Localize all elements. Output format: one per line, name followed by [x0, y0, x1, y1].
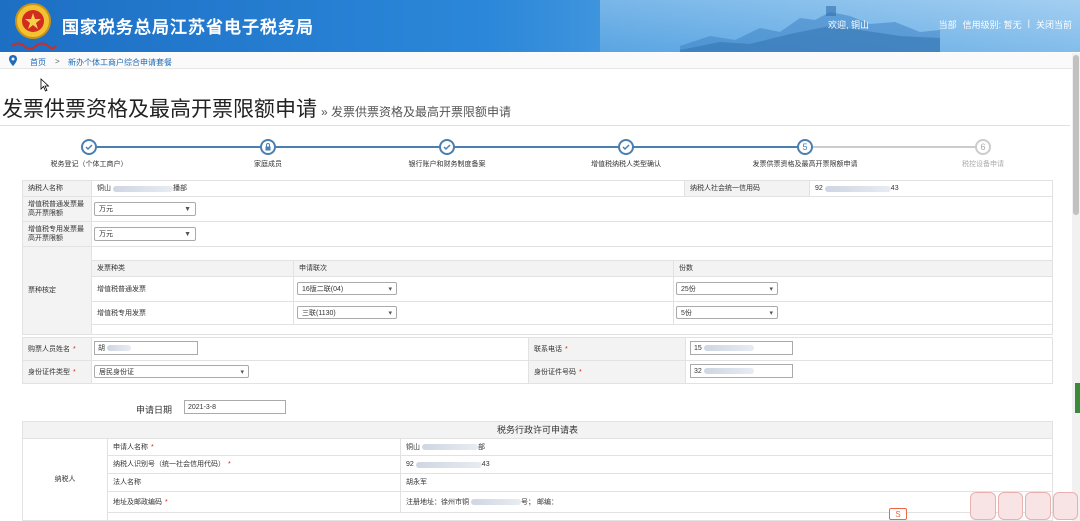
breadcrumb-separator: >: [55, 57, 60, 66]
welcome-text: 欢迎, 铜山: [828, 20, 870, 30]
taxpayer-name-value: 铜山 播部: [91, 180, 685, 197]
step-6-todo[interactable]: 6: [975, 139, 991, 155]
sticker-image: [970, 492, 996, 520]
special-copies-select[interactable]: 三联(1130) ▾: [297, 306, 397, 319]
general-limit-label: 增值税普通发票最高开票限额: [22, 196, 92, 222]
phone-input[interactable]: 15: [690, 341, 793, 355]
chevron-down-icon: ▾: [388, 285, 392, 293]
page-subtitle: » 发票供票资格及最高开票限额申请: [321, 105, 512, 119]
chevron-down-icon: ▾: [769, 285, 773, 293]
step-2-locked[interactable]: [260, 139, 276, 155]
id-type-select[interactable]: 居民身份证 ▾: [94, 365, 249, 378]
apply-date-input[interactable]: 2021-3-8: [184, 400, 286, 414]
breadcrumb-home-link[interactable]: 首页: [30, 57, 46, 68]
step-5-current[interactable]: 5: [797, 139, 813, 155]
site-header: 国家税务总局江苏省电子税务局 欢迎, 铜山 当部 信用级别: 暂无 | 关闭当前: [0, 0, 1080, 52]
applicant-name-label: 申请人名称 *: [107, 438, 401, 456]
check-icon: [622, 144, 630, 151]
close-current-link[interactable]: 关闭当前: [1036, 18, 1072, 31]
general-limit-select[interactable]: 万元 ▼: [94, 202, 196, 216]
breadcrumb: 首页 > 新办个体工商户综合申请套餐: [0, 53, 1080, 69]
china-tax-logo-text: [11, 42, 57, 50]
chevron-down-icon: ▼: [184, 230, 191, 238]
special-limit-label: 增值税专用发票最高开票限额: [22, 221, 92, 247]
permit-form-title: 税务行政许可申请表: [22, 421, 1053, 439]
sticker-image: [1025, 492, 1051, 520]
id-number-input[interactable]: 32: [690, 364, 793, 378]
permit-section-label: 纳税人: [22, 438, 108, 521]
invoice-count-header: 份数: [673, 260, 1053, 277]
sticker-image: [997, 492, 1023, 520]
breadcrumb-current[interactable]: 新办个体工商户综合申请套餐: [68, 57, 172, 68]
special-count-select[interactable]: 5份 ▾: [676, 306, 778, 319]
legal-person-value: 胡永军: [400, 473, 1053, 492]
steps-remaining-line: [805, 146, 983, 148]
id-type-label: 身份证件类型 *: [22, 360, 92, 384]
invoice-check-label: 票种核定: [22, 246, 92, 335]
great-wall-illustration: [680, 6, 940, 52]
invoice-type-header: 发票种类: [91, 260, 294, 277]
decorative-stickers: [970, 492, 1078, 520]
check-icon: [85, 144, 93, 151]
taxpayer-id-value: 92 43: [400, 455, 1053, 474]
site-title: 国家税务总局江苏省电子税务局: [62, 18, 314, 37]
chevron-down-icon: ▾: [769, 309, 773, 317]
credit-code-label: 纳税人社会统一信用码: [684, 180, 810, 197]
general-copies-select[interactable]: 16版二联(04) ▾: [297, 282, 397, 295]
title-divider: [0, 125, 1070, 126]
mouse-cursor-icon: [40, 78, 50, 92]
input-method-icon[interactable]: S: [889, 508, 907, 520]
id-number-label: 身份证件号码 *: [528, 360, 686, 384]
step-3-label: 银行账户和财务制度备案: [408, 161, 486, 168]
taxpayer-name-head: 铜山: [97, 185, 111, 192]
page-title: 发票供票资格及最高开票限额申请 » 发票供票资格及最高开票限额申请: [2, 93, 511, 123]
chevron-down-icon: ▾: [388, 309, 392, 317]
lock-icon: [265, 143, 271, 151]
step-4-label: 增值税纳税人类型确认: [591, 161, 661, 168]
apply-date-label: 申请日期: [136, 405, 173, 415]
page-scrollbar[interactable]: [1072, 53, 1080, 521]
taxpayer-id-label: 纳税人识别号（统一社会信用代码） *: [107, 455, 401, 474]
side-feedback-tab[interactable]: [1075, 383, 1080, 413]
invoice-type-general: 增值税普通发票: [91, 276, 294, 302]
step-4-done[interactable]: [618, 139, 634, 155]
address-label: 地址及邮政编码 *: [107, 491, 401, 513]
address-value: 注册地址：徐州市铜 号； 邮编：: [400, 491, 1053, 513]
general-count-select[interactable]: 25份 ▾: [676, 282, 778, 295]
credit-code-head: 92: [815, 185, 823, 192]
chevron-down-icon: ▼: [184, 205, 191, 213]
step-2-label: 家庭成员: [254, 161, 282, 168]
taxpayer-name-label: 纳税人名称: [22, 180, 92, 197]
step-1-label: 税务登记（个体工商户）: [50, 161, 128, 168]
sticker-image: [1052, 492, 1078, 520]
credit-code-tail: 43: [890, 185, 899, 192]
tax-emblem-icon: [15, 3, 51, 39]
step-6-label: 税控设备申请: [962, 161, 1004, 168]
header-actions: 当部 信用级别: 暂无 | 关闭当前: [938, 18, 1072, 31]
check-icon: [443, 144, 451, 151]
special-limit-select[interactable]: 万元 ▼: [94, 227, 196, 241]
credit-level-text: 信用级别: 暂无: [962, 20, 1022, 30]
chevron-down-icon: ▾: [240, 368, 244, 376]
page-title-main: 发票供票资格及最高开票限额申请: [2, 98, 317, 121]
step-1-done[interactable]: [81, 139, 97, 155]
location-pin-icon: [9, 55, 17, 66]
legal-person-label: 法人名称: [107, 473, 401, 492]
credit-code-value: 92 43: [809, 180, 1053, 197]
scrollbar-thumb[interactable]: [1073, 55, 1079, 215]
step-5-label: 发票供票资格及最高开票限额申请: [752, 161, 858, 168]
applicant-name-value: 铜山部: [400, 438, 1053, 456]
invoice-type-special: 增值税专用发票: [91, 301, 294, 325]
step-3-done[interactable]: [439, 139, 455, 155]
invoice-copies-header: 申请联次: [293, 260, 674, 277]
buyer-name-input[interactable]: 胡: [94, 341, 198, 355]
buyer-name-label: 购票人员姓名 *: [22, 337, 92, 361]
taxpayer-name-tail: 播部: [173, 185, 187, 192]
header-partial-text: 当部: [938, 20, 957, 30]
phone-label: 联系电话 *: [528, 337, 686, 361]
